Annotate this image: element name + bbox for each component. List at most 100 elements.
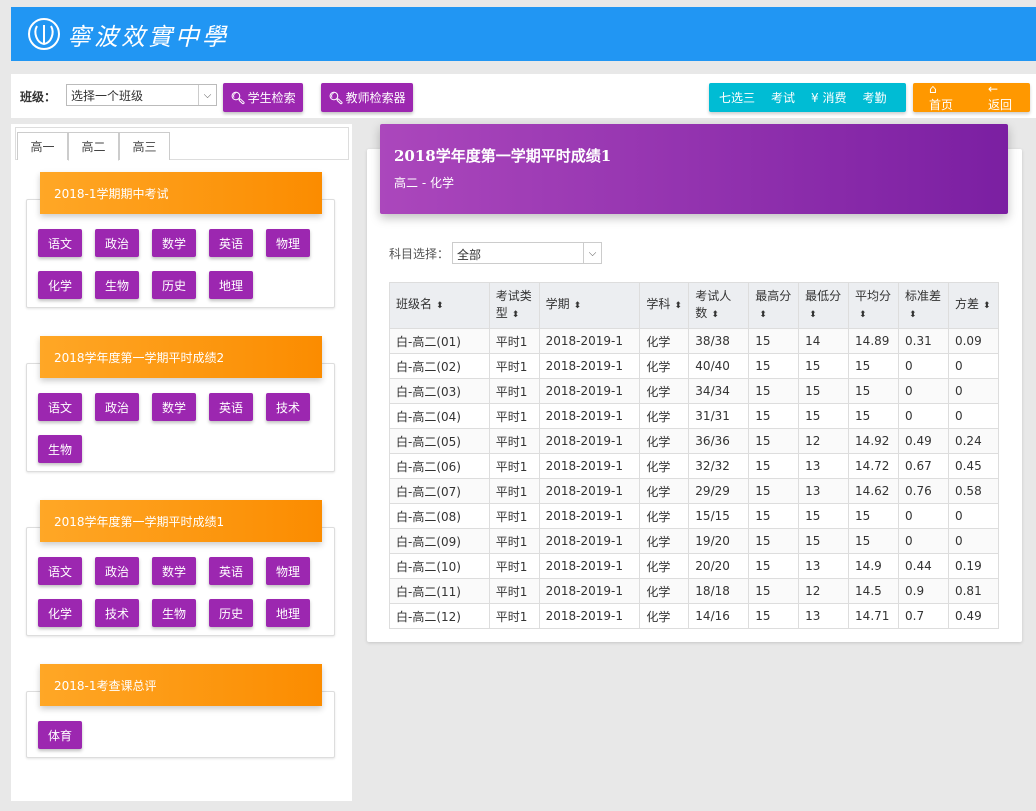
table-row: 白-高二(12) 平时1 2018-2019-1 化学 14/16 15 13 14.71 0.…	[389, 603, 1000, 629]
sort-icon[interactable]: ⬍	[759, 310, 767, 320]
column-header-exam-count[interactable]: 考试人数 ⬍	[688, 282, 750, 329]
consumption-button[interactable]: ¥ 消费	[803, 89, 854, 106]
table-cell-avg-score: 14.72	[848, 453, 900, 479]
student-search-button[interactable]: 🔍︎ 学生检索	[223, 83, 303, 112]
table-cell-exam-type: 平时1	[488, 428, 540, 454]
teacher-search-label: 教师检索器	[345, 91, 406, 105]
class-select[interactable]: 选择一个班级 ⌵	[66, 84, 217, 106]
table-cell-term: 2018-2019-1	[538, 453, 641, 479]
subject-button[interactable]: 英语	[209, 229, 253, 257]
subject-button[interactable]: 物理	[266, 557, 310, 585]
column-header-exam-type[interactable]: 考试类型 ⬍	[488, 282, 540, 329]
subject-button[interactable]: 数学	[152, 393, 196, 421]
subject-button[interactable]: 生物	[38, 435, 82, 463]
column-header-max-score[interactable]: 最高分 ⬍	[748, 282, 800, 329]
subject-button[interactable]: 化学	[38, 599, 82, 627]
attendance-button[interactable]: 考勤	[854, 89, 894, 106]
table-cell-variance: 0.49	[947, 603, 1000, 629]
subject-button[interactable]: 政治	[95, 393, 139, 421]
table-cell-term: 2018-2019-1	[538, 578, 641, 604]
elective-button[interactable]: 七选三	[709, 89, 763, 106]
table-cell-class-name: 白-高二(02)	[389, 353, 490, 379]
table-cell-variance: 0	[947, 353, 1000, 379]
sort-icon[interactable]: ⬍	[859, 310, 867, 320]
subject-button[interactable]: 化学	[38, 271, 82, 299]
subject-button[interactable]: 地理	[266, 599, 310, 627]
subject-button[interactable]: 数学	[152, 229, 196, 257]
subject-button[interactable]: 英语	[209, 557, 253, 585]
table-cell-std-dev: 0	[898, 528, 949, 554]
subject-button[interactable]: 历史	[209, 599, 253, 627]
sort-icon[interactable]: ⬍	[674, 301, 682, 311]
table-row: 白-高二(02) 平时1 2018-2019-1 化学 40/40 15 15 15 0 0	[389, 353, 1000, 379]
column-header-subject[interactable]: 学科 ⬍	[639, 282, 690, 329]
table-cell-exam-type: 平时1	[488, 603, 540, 629]
subject-button[interactable]: 历史	[152, 271, 196, 299]
table-cell-std-dev: 0.9	[898, 578, 949, 604]
table-cell-min-score: 13	[798, 603, 850, 629]
subject-button[interactable]: 数学	[152, 557, 196, 585]
subject-button[interactable]: 生物	[95, 271, 139, 299]
subject-button[interactable]: 物理	[266, 229, 310, 257]
subject-button[interactable]: 语文	[38, 229, 82, 257]
table-cell-exam-count: 40/40	[688, 353, 750, 379]
table-cell-max-score: 15	[748, 528, 800, 554]
table-cell-std-dev: 0.7	[898, 603, 949, 629]
table-cell-min-score: 13	[798, 453, 850, 479]
sort-icon[interactable]: ⬍	[909, 310, 917, 320]
class-label: 班级：	[20, 90, 57, 104]
table-cell-term: 2018-2019-1	[538, 378, 641, 404]
column-header-variance[interactable]: 方差 ⬍	[947, 282, 1000, 329]
back-button[interactable]: ← 返回	[972, 82, 1030, 113]
table-cell-subject: 化学	[639, 478, 690, 504]
exam-button[interactable]: 考试	[763, 89, 803, 106]
table-cell-exam-type: 平时1	[488, 403, 540, 429]
column-header-std-dev[interactable]: 标准差 ⬍	[898, 282, 949, 329]
sort-icon[interactable]: ⬍	[512, 310, 520, 320]
arrow-left-icon: ←	[987, 82, 998, 96]
table-cell-subject: 化学	[639, 453, 690, 479]
tab-grade-1[interactable]: 高一	[17, 132, 68, 160]
column-header-avg-score[interactable]: 平均分 ⬍	[848, 282, 900, 329]
subject-button[interactable]: 语文	[38, 557, 82, 585]
table-cell-exam-count: 29/29	[688, 478, 750, 504]
subject-button[interactable]: 体育	[38, 721, 82, 749]
table-cell-max-score: 15	[748, 328, 800, 354]
subject-button[interactable]: 技术	[95, 599, 139, 627]
subject-select[interactable]: 全部 ⌵	[452, 242, 602, 264]
table-cell-std-dev: 0	[898, 403, 949, 429]
table-cell-avg-score: 14.9	[848, 553, 900, 579]
table-header-row: 班级名 ⬍ 考试类型 ⬍ 学期 ⬍ 学科 ⬍ 考试人数 ⬍ 最高分⬍ 最低分⬍ 平均分⬍ 标准差⬍ 方差 ⬍	[389, 282, 1000, 329]
sort-icon[interactable]: ⬍	[436, 301, 444, 311]
subject-button[interactable]: 技术	[266, 393, 310, 421]
report-title: 2018学年度第一学期平时成绩1	[394, 147, 612, 165]
column-header-min-score[interactable]: 最低分 ⬍	[798, 282, 850, 329]
subject-button[interactable]: 英语	[209, 393, 253, 421]
teacher-search-button[interactable]: 🔍︎ 教师检索器	[321, 83, 413, 112]
column-header-term[interactable]: 学期 ⬍	[538, 282, 641, 329]
subject-button[interactable]: 政治	[95, 229, 139, 257]
column-header-label: 最高分	[755, 288, 792, 303]
table-cell-class-name: 白-高二(12)	[389, 603, 490, 629]
subject-button[interactable]: 地理	[209, 271, 253, 299]
sort-icon[interactable]: ⬍	[983, 301, 991, 311]
subject-button[interactable]: 政治	[95, 557, 139, 585]
table-cell-class-name: 白-高二(03)	[389, 378, 490, 404]
table-cell-max-score: 15	[748, 603, 800, 629]
table-cell-min-score: 15	[798, 503, 850, 529]
tab-grade-3[interactable]: 高三	[119, 132, 170, 160]
table-row: 白-高二(09) 平时1 2018-2019-1 化学 19/20 15 15 15 0 0	[389, 528, 1000, 554]
subject-button[interactable]: 生物	[152, 599, 196, 627]
column-header-class-name[interactable]: 班级名 ⬍	[389, 282, 490, 329]
school-logo[interactable]: 寧波效實中學	[27, 17, 229, 51]
table-row: 白-高二(08) 平时1 2018-2019-1 化学 15/15 15 15 15 0 0	[389, 503, 1000, 529]
table-cell-min-score: 15	[798, 353, 850, 379]
subject-button[interactable]: 语文	[38, 393, 82, 421]
sort-icon[interactable]: ⬍	[809, 310, 817, 320]
home-button[interactable]: ⌂ 首页	[913, 82, 972, 113]
table-cell-exam-count: 36/36	[688, 428, 750, 454]
sort-icon[interactable]: ⬍	[711, 310, 719, 320]
sort-icon[interactable]: ⬍	[574, 301, 582, 311]
tab-grade-2[interactable]: 高二	[68, 132, 119, 161]
table-cell-class-name: 白-高二(10)	[389, 553, 490, 579]
